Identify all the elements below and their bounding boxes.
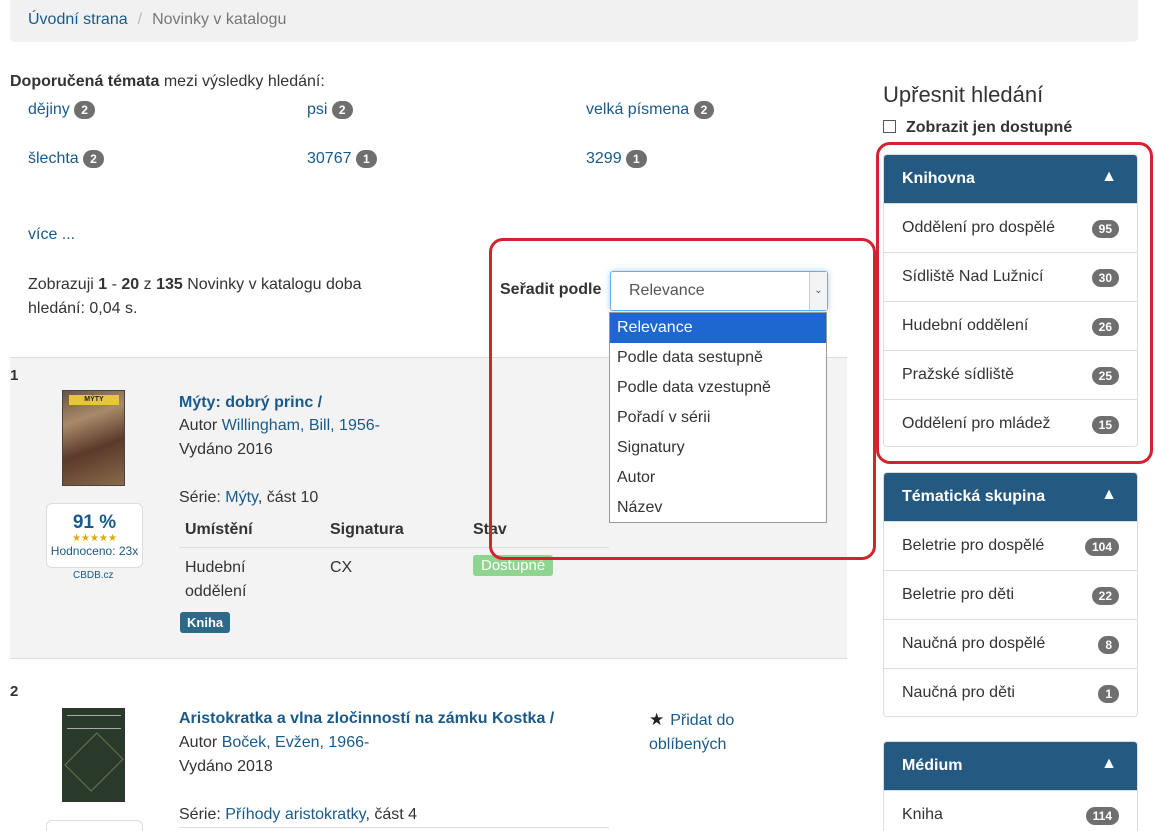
record-published: Vydáno 2016 [179, 441, 273, 458]
author-link[interactable]: Willingham, Bill, 1956- [222, 417, 380, 434]
breadcrumb: Úvodní strana / Novinky v katalogu [10, 0, 1138, 42]
record-author: Autor Boček, Evžen, 1966- [179, 734, 370, 751]
record-series: Série: Mýty, část 10 [179, 489, 319, 506]
format-badge: Kniha [180, 612, 231, 633]
topic-link[interactable]: šlechta 2 [28, 150, 104, 168]
topics-more-link[interactable]: více ... [28, 226, 75, 244]
facet-medium: Médium ▲ Kniha 114 [883, 741, 1138, 831]
topic-link[interactable]: dějiny 2 [28, 101, 95, 119]
topics-heading: Doporučená témata mezi výsledky hledání: [10, 73, 325, 90]
topic-link[interactable]: 3299 1 [586, 150, 647, 168]
holding-callno: CX [330, 559, 353, 576]
record-published: Vydáno 2018 [179, 758, 273, 775]
add-favorite-link[interactable]: ★ Přidat do oblíbených [649, 708, 759, 757]
available-only-checkbox[interactable]: Zobrazit jen dostupné [883, 119, 1072, 137]
rating-widget[interactable] [46, 820, 143, 831]
facet-header[interactable]: Médium ▲ [884, 742, 1137, 790]
book-cover-image[interactable] [62, 708, 125, 802]
record-number: 1 [10, 367, 19, 384]
holdings-divider [179, 827, 609, 828]
rating-widget[interactable]: 91 % ★★★★★ Hodnoceno: 23x [46, 503, 143, 568]
rating-count: Hodnoceno: 23x [50, 544, 139, 558]
record-title-link[interactable]: Aristokratka a vlna zločinností na zámku… [179, 710, 554, 728]
checkbox-icon[interactable] [883, 120, 896, 133]
facet-item[interactable]: Beletrie pro dospělé 104 [884, 521, 1137, 570]
breadcrumb-home-link[interactable]: Úvodní strana [28, 11, 128, 28]
record-title-link[interactable]: Mýty: dobrý princ / [179, 394, 322, 412]
rating-source-link[interactable]: CBDB.cz [73, 570, 114, 581]
breadcrumb-current: Novinky v katalogu [152, 11, 287, 28]
book-cover-image[interactable]: MÝTY [62, 390, 125, 486]
breadcrumb-separator: / [137, 11, 143, 28]
rating-stars-icon: ★★★★★ [72, 533, 117, 544]
record-number: 2 [10, 683, 19, 700]
topic-link[interactable]: 30767 1 [307, 150, 377, 168]
facet-tematicka-skupina: Tématická skupina ▲ Beletrie pro dospělé 1… [883, 472, 1138, 717]
facet-item[interactable]: Beletrie pro děti 22 [884, 570, 1137, 619]
record-author: Autor Willingham, Bill, 1956- [179, 417, 380, 434]
results-info: Zobrazuji 1 - 20 z 135 Novinky v katalog… [28, 276, 362, 317]
series-link[interactable]: Příhody aristokratky [225, 806, 365, 823]
sidebar-title: Upřesnit hledání [883, 82, 1044, 107]
holding-location: Hudební oddělení [185, 559, 247, 600]
highlight-box-sort [489, 238, 876, 560]
collapse-triangle-icon[interactable]: ▲ [1101, 755, 1117, 773]
topic-link[interactable]: velká písmena 2 [586, 101, 715, 119]
facet-header[interactable]: Tématická skupina ▲ [884, 473, 1137, 521]
facet-item[interactable]: Naučná pro děti 1 [884, 668, 1137, 716]
facet-item[interactable]: Naučná pro dospělé 8 [884, 619, 1137, 668]
facet-item[interactable]: Kniha 114 [884, 790, 1137, 831]
topic-link[interactable]: psi 2 [307, 101, 353, 119]
collapse-triangle-icon[interactable]: ▲ [1101, 486, 1117, 504]
record-series: Série: Příhody aristokratky, část 4 [179, 806, 418, 823]
rating-percent: 91 % [72, 512, 117, 533]
highlight-box-library-facet [876, 142, 1153, 464]
star-icon: ★ [649, 710, 665, 729]
author-link[interactable]: Boček, Evžen, 1966- [222, 734, 370, 751]
series-link[interactable]: Mýty [225, 489, 258, 506]
